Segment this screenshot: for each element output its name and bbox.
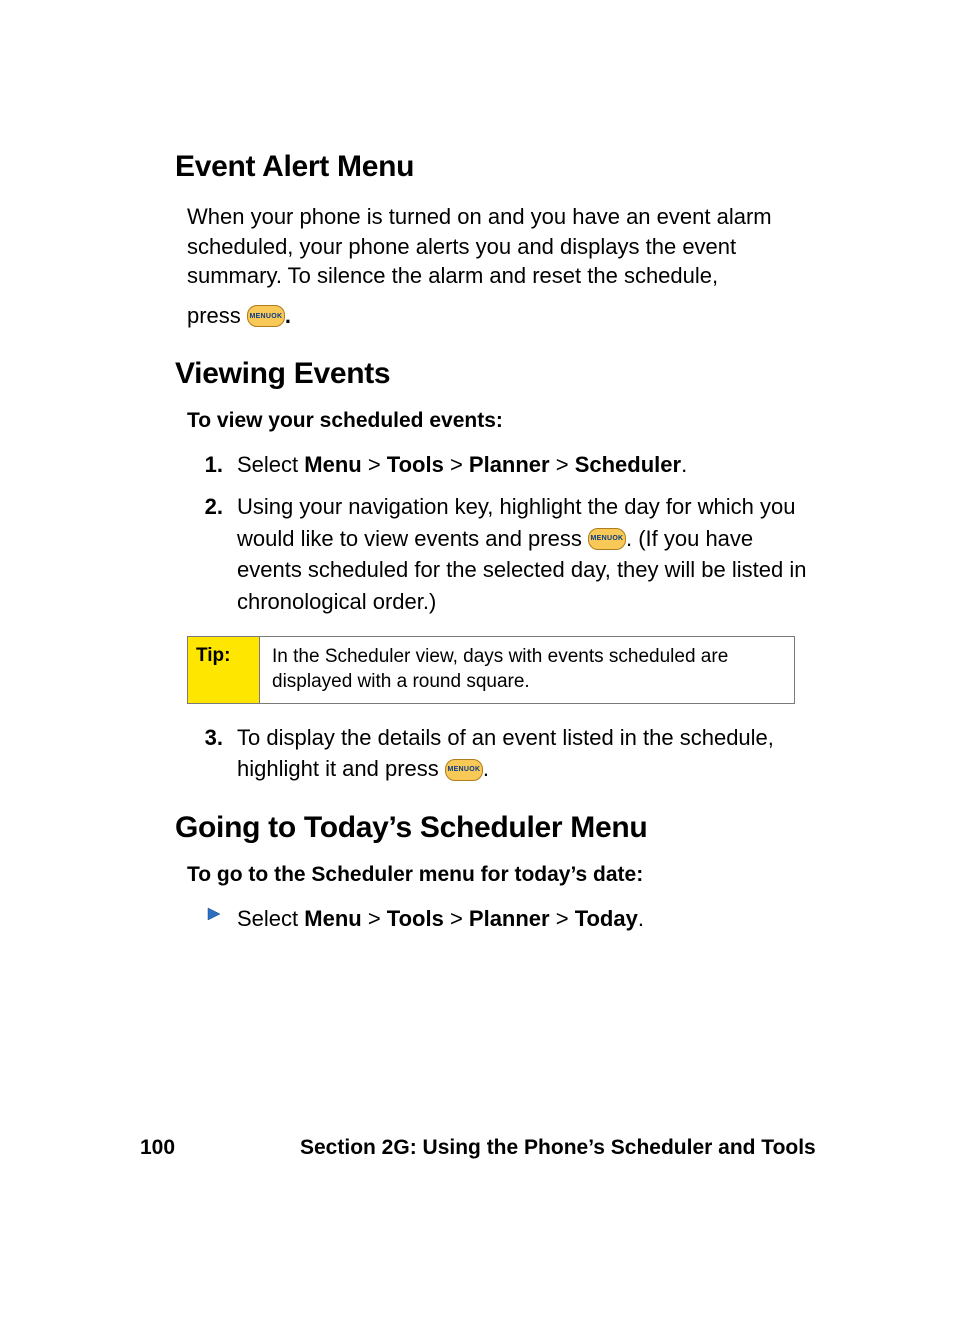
step-1-pre: Select (237, 452, 304, 477)
tip-label: Tip: (188, 637, 260, 702)
step-1-body: Select Menu > Tools > Planner > Schedule… (237, 449, 815, 481)
step-3-line2: highlight it and press MENU OK . (237, 756, 489, 781)
step-3-body: To display the details of an event liste… (237, 722, 815, 786)
today-today: Today (575, 906, 638, 931)
today-gt1: > (362, 906, 387, 931)
gt2: > (444, 452, 469, 477)
press-prefix: press (187, 303, 247, 328)
gt1: > (362, 452, 387, 477)
steps-list-cont: 3. To display the details of an event li… (187, 722, 815, 786)
today-pre: Select (237, 906, 304, 931)
step-1-post: . (681, 452, 687, 477)
section-today-scheduler: Going to Today’s Scheduler Menu To go to… (175, 811, 815, 935)
step-1-menu: Menu (304, 452, 361, 477)
triangle-bullet-icon (187, 903, 237, 921)
steps-list: 1. Select Menu > Tools > Planner > Sched… (187, 449, 815, 618)
step-3-line1: To display the details of an event liste… (237, 725, 774, 750)
step-3-post: . (483, 756, 489, 781)
today-bullet: Select Menu > Tools > Planner > Today. (187, 903, 815, 935)
today-menu: Menu (304, 906, 361, 931)
press-suffix: . (285, 303, 291, 328)
page-body: Event Alert Menu When your phone is turn… (175, 150, 815, 945)
today-bullet-body: Select Menu > Tools > Planner > Today. (237, 903, 644, 935)
step-number: 2. (187, 491, 237, 523)
step-2-body: Using your navigation key, highlight the… (237, 491, 815, 619)
step-3-pre: highlight it and press (237, 756, 445, 781)
heading-event-alert-menu: Event Alert Menu (175, 150, 815, 184)
menu-ok-key-icon: MENU OK (588, 528, 626, 550)
step-2: 2. Using your navigation key, highlight … (187, 491, 815, 619)
today-gt2: > (444, 906, 469, 931)
heading-today-scheduler: Going to Today’s Scheduler Menu (175, 811, 815, 845)
heading-viewing-events: Viewing Events (175, 357, 815, 391)
today-gt3: > (550, 906, 575, 931)
menu-ok-key-icon: MENU OK (247, 305, 285, 327)
menu-ok-key-icon: MENU OK (445, 759, 483, 781)
step-1-planner: Planner (469, 452, 550, 477)
page-footer: 100 Section 2G: Using the Phone’s Schedu… (140, 1136, 830, 1160)
today-post: . (638, 906, 644, 931)
subhead-today: To go to the Scheduler menu for today’s … (187, 863, 815, 887)
page-number: 100 (140, 1136, 300, 1160)
subhead-view-scheduled: To view your scheduled events: (187, 409, 815, 433)
step-2-line1: Using your navigation key, highlight the… (237, 494, 754, 519)
menu-key-bottom: OK (271, 313, 282, 320)
footer-section-title: Section 2G: Using the Phone’s Scheduler … (300, 1136, 830, 1160)
step-1: 1. Select Menu > Tools > Planner > Sched… (187, 449, 815, 481)
event-alert-press-line: press MENU OK . (187, 301, 815, 331)
tip-body: In the Scheduler view, days with events … (260, 637, 794, 702)
section-viewing-events: Viewing Events To view your scheduled ev… (175, 357, 815, 786)
step-number: 1. (187, 449, 237, 481)
event-alert-paragraph: When your phone is turned on and you hav… (187, 202, 815, 291)
menu-key-bottom: OK (469, 766, 480, 773)
step-1-tools: Tools (387, 452, 444, 477)
today-planner: Planner (469, 906, 550, 931)
step-number: 3. (187, 722, 237, 754)
step-1-scheduler: Scheduler (575, 452, 681, 477)
today-tools: Tools (387, 906, 444, 931)
menu-key-bottom: OK (612, 535, 623, 542)
menu-key-top: MENU (249, 313, 271, 320)
step-3: 3. To display the details of an event li… (187, 722, 815, 786)
gt3: > (550, 452, 575, 477)
tip-box: Tip: In the Scheduler view, days with ev… (187, 636, 795, 703)
menu-key-top: MENU (447, 766, 469, 773)
menu-key-top: MENU (591, 535, 613, 542)
